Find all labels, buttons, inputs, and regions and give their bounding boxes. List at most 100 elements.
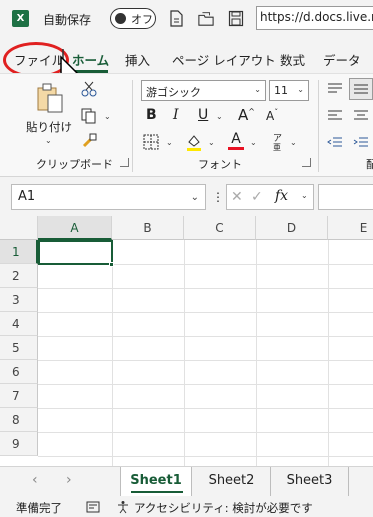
row-header-1[interactable]: 1	[0, 240, 38, 264]
align-left-icon[interactable]	[327, 109, 343, 123]
shrink-font-label: A	[266, 109, 275, 123]
fill-color-dropdown-icon[interactable]: ⌄	[208, 138, 215, 147]
folder-icon[interactable]	[198, 10, 214, 27]
row-header-5[interactable]: 5	[0, 336, 38, 360]
gridline	[38, 312, 373, 313]
toggle-knob	[115, 13, 126, 24]
clipboard-launcher-icon[interactable]	[120, 158, 129, 167]
save-icon[interactable]	[228, 10, 244, 27]
tab-data[interactable]: データ	[323, 50, 361, 69]
selected-cell-a1[interactable]	[38, 240, 113, 265]
sheet-tab-2[interactable]: Sheet2	[193, 467, 271, 496]
align-middle-button[interactable]	[349, 78, 373, 100]
bold-button[interactable]: B	[146, 107, 157, 123]
gridline	[38, 432, 373, 433]
spreadsheet-grid: A B C D E 1 2 3 4 5 6 7 8 9	[0, 216, 373, 466]
column-header-e[interactable]: E	[328, 216, 373, 240]
row-header-6[interactable]: 6	[0, 360, 38, 384]
column-header-b[interactable]: B	[112, 216, 184, 240]
font-color-dropdown-icon[interactable]: ⌄	[250, 138, 257, 147]
grow-font-button[interactable]: A^	[238, 106, 255, 124]
sheet-tab-3[interactable]: Sheet3	[271, 467, 349, 496]
shrink-font-button[interactable]: Aˇ	[266, 108, 278, 123]
macro-record-icon[interactable]	[86, 501, 100, 513]
title-bar: X 自動保存 オフ https://d.docs.live.n	[0, 0, 373, 38]
format-painter-icon[interactable]	[80, 132, 98, 150]
cancel-icon[interactable]: ✕	[231, 189, 243, 205]
sheet-tab-1[interactable]: Sheet1	[120, 467, 192, 496]
tab-page-layout[interactable]: ページ レイアウト	[172, 50, 276, 69]
italic-button[interactable]: I	[173, 107, 179, 123]
url-field[interactable]: https://d.docs.live.n	[256, 6, 373, 30]
column-header-d[interactable]: D	[256, 216, 328, 240]
tab-insert[interactable]: 挿入	[125, 50, 150, 69]
chevron-down-icon[interactable]: ⌄	[191, 192, 199, 203]
status-bar: 準備完了 アクセシビリティ: 検討が必要です	[0, 496, 373, 517]
align-center-icon[interactable]	[353, 109, 369, 123]
tab-formulas[interactable]: 数式	[280, 50, 305, 69]
sheet-tab-label: Sheet1	[130, 473, 182, 488]
underline-button[interactable]: U	[198, 107, 208, 123]
enter-icon[interactable]: ✓	[251, 189, 263, 205]
paste-dropdown-icon[interactable]: ⌄	[45, 136, 52, 145]
formula-controls: ✕ ✓ fx ⌄	[226, 184, 314, 210]
name-box[interactable]: A1 ⌄	[11, 184, 206, 210]
fill-color-icon[interactable]	[185, 132, 203, 152]
font-group-label: フォント	[198, 158, 242, 171]
align-top-icon[interactable]	[327, 82, 343, 96]
accessibility-icon[interactable]	[116, 500, 130, 514]
borders-dropdown-icon[interactable]: ⌄	[166, 138, 173, 147]
document-icon[interactable]	[168, 10, 184, 27]
paste-icon[interactable]	[36, 82, 64, 114]
gridline	[38, 408, 373, 409]
ribbon: 貼り付け ⌄ ⌄ クリップボード 游ゴシック ⌄ 11 ⌄ B I U ⌄ A^…	[0, 73, 373, 177]
row-header-3[interactable]: 3	[0, 288, 38, 312]
gridline	[38, 288, 373, 289]
font-size-select[interactable]: 11 ⌄	[269, 80, 309, 101]
chevron-right-icon[interactable]: ›	[66, 472, 72, 488]
autosave-toggle[interactable]: オフ	[110, 8, 156, 29]
chevron-left-icon[interactable]: ‹	[32, 472, 38, 488]
fill-handle[interactable]	[109, 262, 114, 267]
more-options-icon[interactable]: ⋮	[212, 190, 224, 204]
gridline	[38, 456, 373, 457]
row-header-9[interactable]: 9	[0, 432, 38, 456]
font-color-glyph: A	[231, 131, 241, 147]
sheet-tab-bar: ‹ › Sheet1 Sheet2 Sheet3	[0, 466, 373, 496]
chevron-down-icon[interactable]: ⌄	[301, 191, 308, 200]
phonetic-dropdown-icon[interactable]: ⌄	[290, 138, 297, 147]
decrease-indent-icon[interactable]	[327, 136, 343, 150]
copy-dropdown-icon[interactable]: ⌄	[104, 112, 111, 121]
accessibility-status[interactable]: アクセシビリティ: 検討が必要です	[134, 500, 313, 516]
chevron-down-icon: ⌄	[254, 85, 261, 94]
copy-icon[interactable]	[80, 107, 98, 125]
column-header-a[interactable]: A	[38, 216, 112, 240]
chevron-down-icon: ⌄	[297, 85, 304, 94]
row-header-7[interactable]: 7	[0, 384, 38, 408]
status-ready: 準備完了	[16, 501, 62, 515]
underline-dropdown-icon[interactable]: ⌄	[216, 112, 223, 121]
formula-bar: A1 ⌄ ⋮ ✕ ✓ fx ⌄	[0, 178, 373, 214]
row-header-4[interactable]: 4	[0, 312, 38, 336]
font-name-select[interactable]: 游ゴシック ⌄	[141, 80, 266, 101]
select-all-corner[interactable]	[0, 216, 38, 240]
autosave-state: オフ	[131, 13, 153, 26]
insert-function-button[interactable]: fx	[275, 188, 288, 204]
formula-input[interactable]	[318, 184, 373, 210]
row-header-8[interactable]: 8	[0, 408, 38, 432]
increase-indent-icon[interactable]	[353, 136, 369, 150]
cut-icon[interactable]	[80, 80, 98, 98]
grow-font-label: A	[238, 106, 249, 124]
gridline	[38, 384, 373, 385]
font-color-bar	[228, 147, 244, 150]
sheet-tab-label: Sheet3	[286, 473, 333, 488]
font-launcher-icon[interactable]	[302, 158, 311, 167]
sheet-tab-label: Sheet2	[208, 473, 255, 488]
column-header-c[interactable]: C	[184, 216, 256, 240]
gridline	[38, 360, 373, 361]
font-name-value: 游ゴシック	[146, 86, 201, 99]
row-header-2[interactable]: 2	[0, 264, 38, 288]
font-color-button[interactable]: A	[228, 131, 244, 150]
borders-icon[interactable]	[143, 134, 159, 150]
paste-label[interactable]: 貼り付け	[26, 119, 72, 135]
